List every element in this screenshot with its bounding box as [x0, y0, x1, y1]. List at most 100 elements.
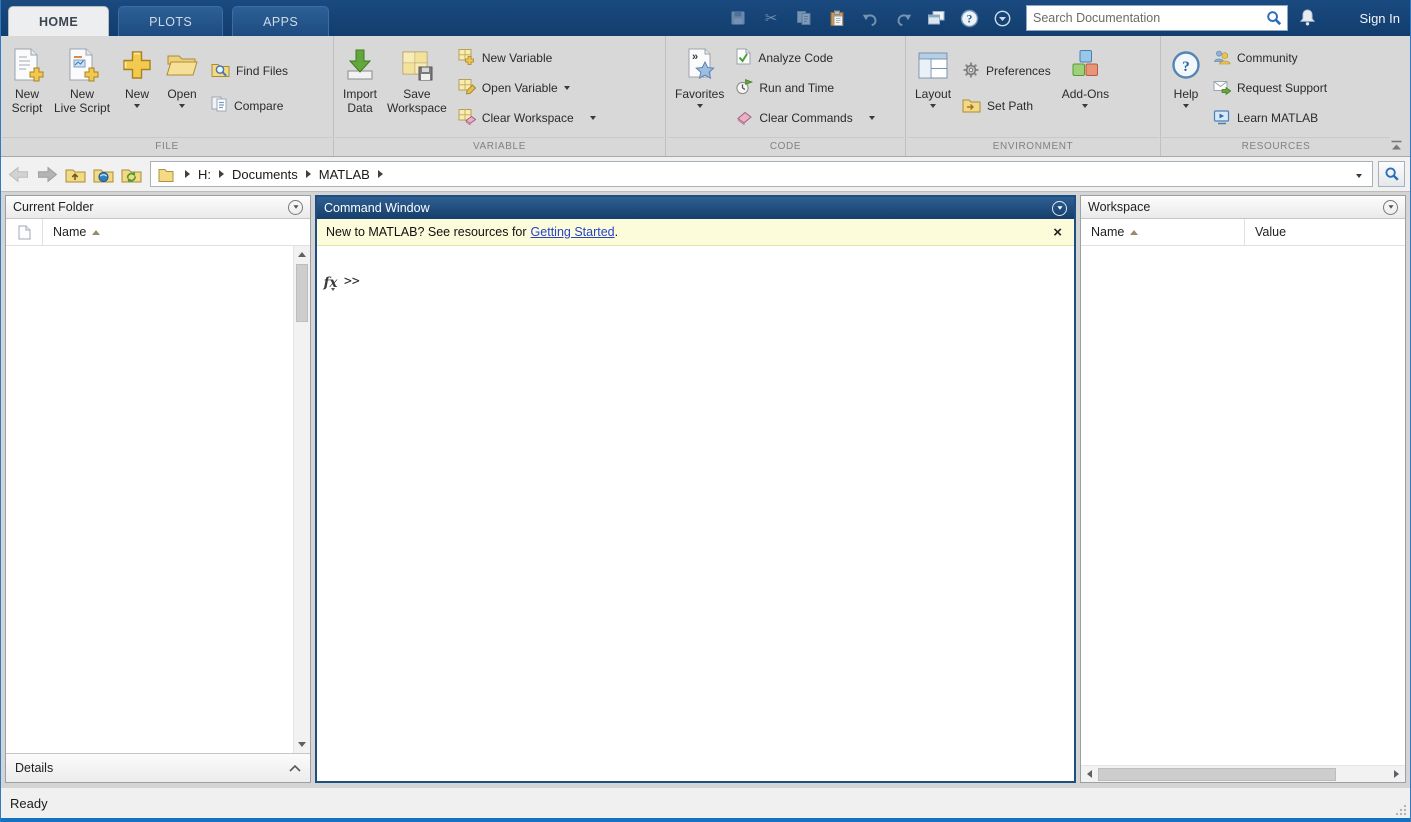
scroll-up-icon[interactable]	[294, 246, 310, 263]
current-folder-menu-icon[interactable]	[288, 199, 303, 215]
favorites-button[interactable]: » Favorites	[670, 39, 729, 137]
search-folder-button[interactable]	[1378, 161, 1405, 187]
tab-apps[interactable]: APPS	[232, 6, 330, 36]
save-workspace-label-2: Workspace	[387, 101, 447, 115]
workspace-name-column-header[interactable]: Name	[1081, 219, 1244, 245]
workspace-horizontal-scrollbar[interactable]	[1081, 765, 1405, 782]
learn-matlab-button[interactable]: Learn MATLAB	[1213, 109, 1327, 128]
workspace-title: Workspace	[1088, 200, 1151, 214]
scroll-left-icon[interactable]	[1081, 766, 1098, 782]
toolbar-menu-icon[interactable]	[992, 7, 1012, 29]
getting-started-link[interactable]: Getting Started	[531, 225, 615, 239]
copy-icon[interactable]	[794, 7, 814, 29]
paste-icon[interactable]	[827, 7, 847, 29]
clear-commands-button[interactable]: Clear Commands	[735, 109, 875, 128]
banner-close-icon[interactable]: ×	[1050, 224, 1065, 241]
new-live-script-label-2: Live Script	[54, 101, 111, 115]
path-dropdown-icon[interactable]	[1350, 165, 1368, 183]
current-folder-file-list[interactable]	[6, 246, 293, 753]
ribbon-home: New Script New Live Script New Open Find…	[1, 36, 1410, 157]
name-column-header[interactable]: Name	[43, 225, 101, 239]
layout-dropdown-arrow-icon	[930, 104, 937, 108]
scroll-down-icon[interactable]	[294, 736, 310, 753]
tab-home[interactable]: HOME	[8, 6, 110, 36]
current-folder-vertical-scrollbar[interactable]	[293, 246, 310, 753]
scrollbar-track[interactable]	[294, 322, 310, 736]
open-button[interactable]: Open	[159, 39, 205, 137]
new-live-script-button[interactable]: New Live Script	[49, 39, 115, 137]
file-type-column-icon[interactable]	[6, 219, 43, 245]
request-support-button[interactable]: Request Support	[1213, 79, 1327, 98]
redo-icon[interactable]	[893, 7, 913, 29]
add-ons-label: Add-Ons	[1061, 87, 1110, 101]
window-bottom-edge	[1, 818, 1410, 822]
workspace-variable-list[interactable]	[1081, 246, 1405, 765]
up-one-level-icon[interactable]	[62, 161, 88, 187]
bell-icon[interactable]	[1299, 8, 1316, 32]
breadcrumb-segment-matlab[interactable]: MATLAB	[319, 167, 370, 182]
new-variable-button[interactable]: New Variable	[458, 48, 596, 68]
help-button[interactable]: ? Help	[1165, 39, 1207, 137]
fx-icon[interactable]: fx	[317, 274, 344, 292]
banner-suffix: .	[614, 225, 619, 239]
forward-icon[interactable]	[34, 161, 60, 187]
resize-grip-icon[interactable]	[1394, 803, 1407, 816]
workspace-value-column-header[interactable]: Value	[1244, 219, 1405, 245]
minimize-ribbon-icon[interactable]	[1387, 137, 1405, 153]
workspace-value-column-label: Value	[1255, 225, 1287, 239]
analyze-code-button[interactable]: Analyze Code	[735, 48, 874, 68]
search-icon[interactable]	[1261, 10, 1287, 26]
clear-commands-dropdown-arrow-icon	[868, 116, 875, 121]
current-folder-title: Current Folder	[13, 200, 94, 214]
tab-home-label: HOME	[39, 14, 79, 29]
save-icon[interactable]	[728, 7, 748, 29]
command-window-body[interactable]: fx >>	[317, 246, 1074, 781]
preferences-button[interactable]: Preferences	[962, 61, 1051, 82]
open-variable-icon	[458, 78, 476, 98]
sign-in-button[interactable]: Sign In	[1360, 0, 1400, 36]
compare-button[interactable]: Compare	[211, 96, 288, 115]
new-script-button[interactable]: New Script	[5, 39, 49, 137]
refresh-folder-icon[interactable]	[118, 161, 144, 187]
find-files-button[interactable]: Find Files	[211, 61, 288, 81]
command-prompt[interactable]: >>	[344, 274, 360, 289]
import-data-button[interactable]: Import Data	[338, 39, 382, 137]
section-label-code: CODE	[667, 137, 904, 156]
breadcrumb-segment-drive[interactable]: H:	[198, 167, 211, 182]
browse-folder-icon[interactable]	[90, 161, 116, 187]
layout-button[interactable]: Layout	[910, 39, 956, 137]
scrollbar-thumb[interactable]	[1098, 767, 1336, 781]
community-label: Community	[1237, 51, 1298, 65]
workspace-menu-icon[interactable]	[1383, 199, 1398, 215]
new-window-icon[interactable]	[926, 7, 946, 29]
undo-icon[interactable]	[860, 7, 880, 29]
community-button[interactable]: Community	[1213, 49, 1327, 68]
details-bar[interactable]: Details	[6, 753, 310, 782]
scroll-right-icon[interactable]	[1388, 766, 1405, 782]
set-path-button[interactable]: Set Path	[962, 97, 1051, 116]
save-workspace-icon	[399, 43, 435, 87]
request-support-icon	[1213, 79, 1232, 98]
run-and-time-button[interactable]: Run and Time	[735, 78, 874, 98]
clear-workspace-button[interactable]: Clear Workspace	[458, 108, 596, 128]
new-live-script-label-1: New	[70, 87, 95, 101]
set-path-icon	[962, 97, 981, 116]
tab-plots[interactable]: PLOTS	[118, 6, 224, 36]
path-field[interactable]: H: Documents MATLAB	[150, 161, 1373, 187]
breadcrumb-segment-documents[interactable]: Documents	[232, 167, 298, 182]
current-folder-panel: Current Folder Name Details	[5, 195, 311, 783]
search-documentation-input[interactable]	[1027, 11, 1261, 25]
command-window-menu-icon[interactable]	[1052, 200, 1067, 216]
add-ons-button[interactable]: Add-Ons	[1057, 39, 1114, 137]
new-button[interactable]: New	[115, 39, 159, 137]
search-documentation-box	[1026, 5, 1288, 31]
help-circle-icon[interactable]: ?	[959, 7, 979, 29]
open-variable-button[interactable]: Open Variable	[458, 78, 596, 98]
ribbon-section-code: » Favorites Analyze Code Run and Time Cl…	[666, 36, 906, 156]
scrollbar-thumb[interactable]	[296, 264, 308, 322]
cut-icon[interactable]: ✂	[761, 7, 781, 29]
save-workspace-button[interactable]: Save Workspace	[382, 39, 452, 137]
community-icon	[1213, 49, 1231, 68]
back-icon[interactable]	[6, 161, 32, 187]
new-dropdown-arrow-icon	[134, 104, 141, 108]
